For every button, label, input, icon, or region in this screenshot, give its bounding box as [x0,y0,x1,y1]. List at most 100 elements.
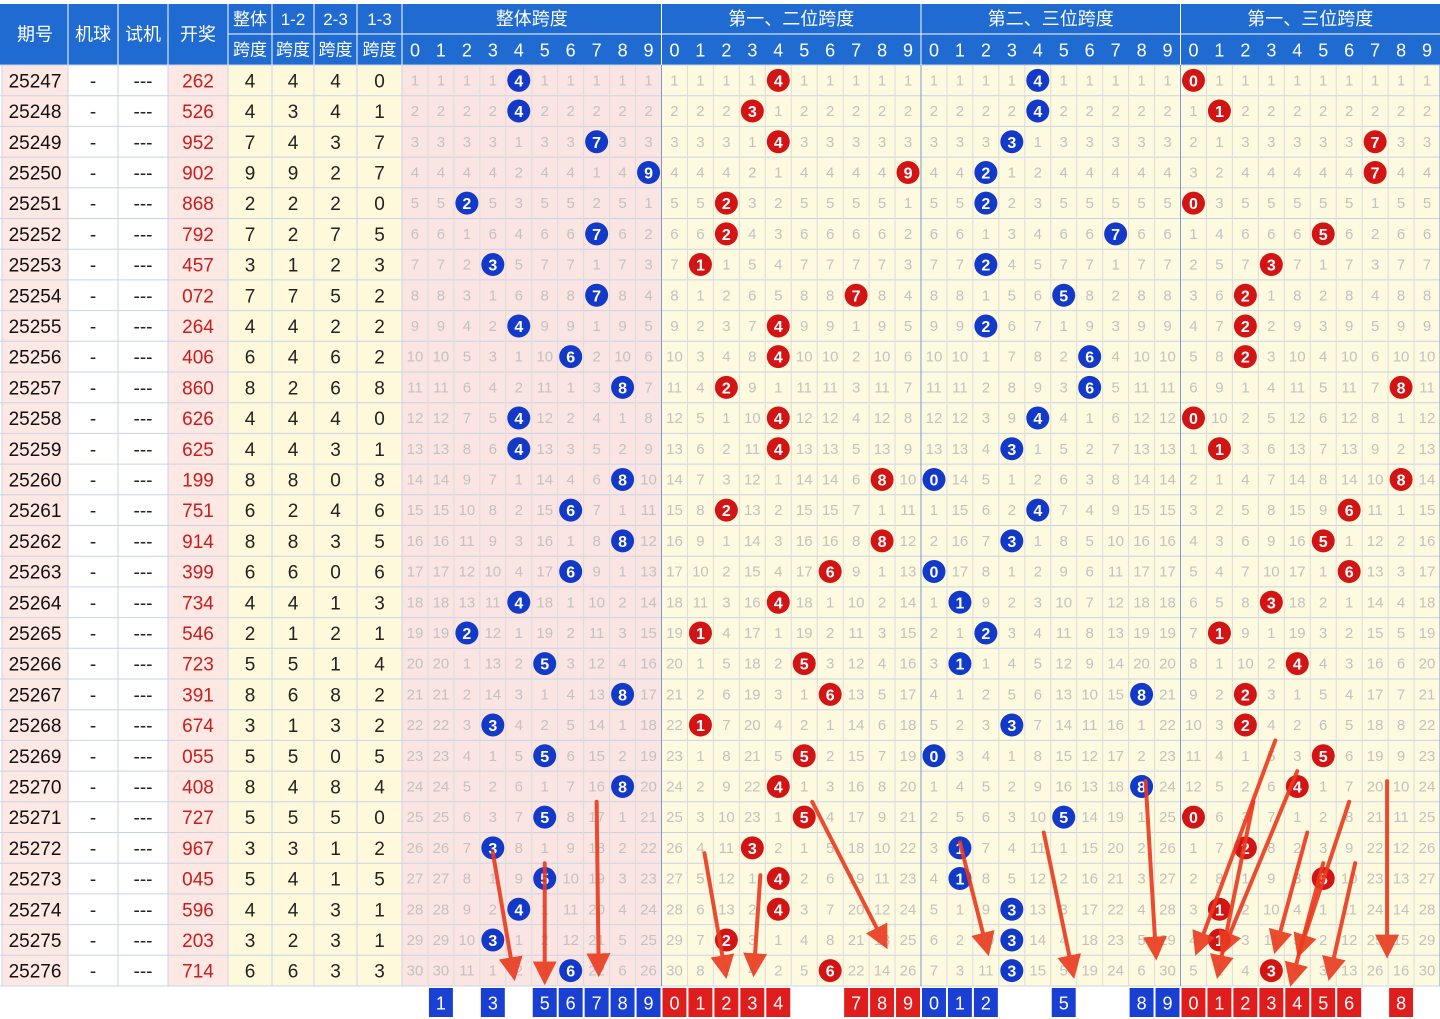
omission-value: 18 [1367,717,1384,734]
omission-value: 5 [489,195,497,212]
omission-value: 4 [567,164,575,181]
digit-header: 3 [488,41,498,61]
span-ball-label: 6 [1085,350,1094,367]
omission-value: 15 [640,625,657,642]
omission-value: 1 [1034,441,1042,458]
omission-value: 18 [666,594,683,611]
omission-value: 3 [774,226,782,243]
draw-number: 262 [182,71,214,92]
omission-value: 5 [1241,502,1249,519]
omission-value: 7 [644,379,652,396]
omission-value: 3 [696,349,704,366]
omission-value: 2 [774,656,782,673]
span-ball-label: 5 [540,749,549,766]
omission-value: 3 [1293,134,1301,151]
span-value: 1 [374,900,385,921]
omission-value: 10 [692,564,709,581]
omission-value: 8 [567,287,575,304]
omission-value: 2 [1008,103,1016,120]
omission-value: 6 [1397,226,1405,243]
omission-value: 2 [982,379,990,396]
omission-value: 16 [1133,533,1150,550]
span-ball-label: 2 [722,196,731,213]
trial-number: --- [134,808,153,829]
omission-value: 2 [1189,257,1197,274]
omission-value: 9 [852,564,860,581]
omission-value: 2 [1241,410,1249,427]
omission-value: 3 [1060,379,1068,396]
omission-value: 15 [796,502,813,519]
omission-value: 1 [878,564,886,581]
digit-header: 2 [721,41,731,61]
omission-value: 3 [463,134,471,151]
omission-value: 20 [1419,656,1436,673]
footer-digit: 1 [436,994,446,1014]
omission-value: 12 [562,932,579,949]
span-ball-label: 8 [618,779,627,796]
digit-header: 2 [462,41,472,61]
omission-value: 9 [1163,318,1171,335]
draw-number: 457 [182,256,214,277]
span-value: 4 [288,777,299,798]
omission-value: 5 [1086,195,1094,212]
omission-value: 2 [1345,103,1353,120]
omission-value: 11 [719,840,735,857]
omission-value: 3 [1397,564,1405,581]
omission-value: 1 [1293,686,1301,703]
omission-value: 2 [463,686,471,703]
span-ball-label: 2 [1241,687,1250,704]
omission-value: 5 [956,809,964,826]
omission-value: 28 [1419,901,1436,918]
machine-ball: - [90,532,96,553]
machine-ball: - [90,777,96,798]
omission-value: 2 [722,287,730,304]
omission-value: 2 [670,103,678,120]
omission-value: 2 [618,441,626,458]
omission-value: 20 [1367,778,1384,795]
omission-value: 14 [1159,471,1176,488]
span-value: 8 [374,470,385,491]
omission-value: 10 [1107,533,1124,550]
footer-digit: 5 [1318,994,1328,1014]
omission-value: 1 [411,72,419,89]
machine-ball: - [90,593,96,614]
issue-number: 25274 [9,900,62,921]
omission-value: 19 [796,625,813,642]
omission-value: 9 [670,318,678,335]
omission-value: 1 [800,840,808,857]
omission-value: 11 [1134,379,1150,396]
omission-value: 2 [463,257,471,274]
omission-value: 25 [1367,932,1384,949]
omission-value: 1 [1319,257,1327,274]
omission-value: 6 [1241,226,1249,243]
span-value: 8 [288,532,299,553]
omission-value: 1 [1137,72,1145,89]
omission-value: 6 [800,226,808,243]
omission-value: 11 [952,379,968,396]
omission-value: 3 [1319,963,1327,980]
omission-value: 4 [696,164,704,181]
omission-value: 6 [1008,318,1016,335]
omission-value: 7 [463,410,471,427]
omission-value: 13 [1029,901,1046,918]
trial-number: --- [134,839,153,860]
omission-value: 3 [644,257,652,274]
omission-value: 29 [1419,932,1436,949]
span-value: 6 [288,962,299,983]
footer-digit: 6 [566,994,576,1014]
omission-value: 3 [826,656,834,673]
omission-value: 5 [1215,257,1223,274]
span-value: 4 [245,900,256,921]
omission-value: 2 [696,686,704,703]
omission-value: 30 [407,963,424,980]
omission-value: 4 [1086,502,1094,519]
issue-number: 25268 [9,716,62,737]
omission-value: 21 [1367,809,1384,826]
omission-value: 1 [878,502,886,519]
omission-value: 3 [696,809,704,826]
omission-value: 1 [1189,103,1197,120]
span-value: 3 [245,839,256,860]
omission-value: 1 [541,72,549,89]
omission-value: 14 [822,471,839,488]
omission-value: 19 [1107,809,1124,826]
